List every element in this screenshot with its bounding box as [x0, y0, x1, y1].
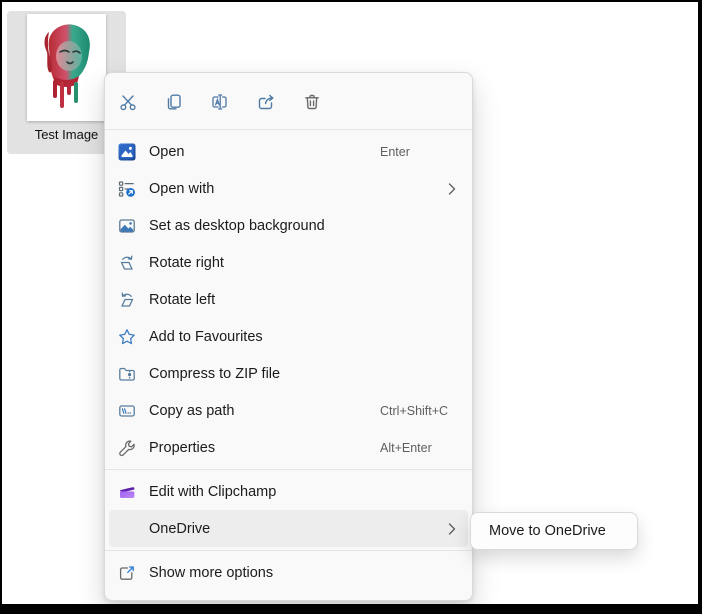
copy-icon[interactable]: [159, 87, 189, 117]
menu-item-label: Set as desktop background: [149, 217, 325, 234]
menu-section-main: Open Enter Open with Set as desktop back…: [105, 133, 472, 466]
menu-section-apps: Edit with Clipchamp OneDrive: [105, 473, 472, 547]
menu-divider: [105, 550, 472, 551]
menu-item-set-desktop-background[interactable]: Set as desktop background: [109, 207, 468, 244]
menu-item-label: Edit with Clipchamp: [149, 483, 277, 500]
menu-item-rotate-right[interactable]: Rotate right: [109, 244, 468, 281]
menu-item-label: Show more options: [149, 564, 274, 581]
submenu-item-move-to-onedrive[interactable]: Move to OneDrive: [483, 516, 625, 546]
menu-item-edit-with-clipchamp[interactable]: Edit with Clipchamp: [109, 473, 468, 510]
rotate-left-icon: [117, 290, 137, 310]
command-bar: [105, 77, 472, 126]
rotate-right-icon: [117, 253, 137, 273]
onedrive-icon-placeholder: [117, 519, 137, 539]
menu-item-label: Add to Favourites: [149, 328, 263, 345]
menu-item-label: Compress to ZIP file: [149, 365, 281, 382]
zip-folder-icon: [117, 364, 137, 384]
portrait-art-image: [27, 14, 106, 121]
menu-section-more: Show more options: [105, 554, 472, 591]
share-icon[interactable]: [251, 87, 281, 117]
chevron-right-icon: [448, 522, 456, 535]
star-icon: [117, 327, 137, 347]
file-thumbnail: [27, 14, 106, 121]
menu-item-rotate-left[interactable]: Rotate left: [109, 281, 468, 318]
menu-item-open[interactable]: Open Enter: [109, 133, 468, 170]
menu-item-copy-as-path[interactable]: Copy as path Ctrl+Shift+C: [109, 392, 468, 429]
clipchamp-icon: [117, 482, 137, 502]
menu-item-shortcut: Ctrl+Shift+C: [380, 403, 449, 418]
menu-item-open-with[interactable]: Open with: [109, 170, 468, 207]
open-with-icon: [117, 179, 137, 199]
menu-item-add-to-favourites[interactable]: Add to Favourites: [109, 318, 468, 355]
menu-item-label: Open with: [149, 180, 215, 197]
menu-item-label: Copy as path: [149, 402, 235, 419]
menu-item-compress-to-zip[interactable]: Compress to ZIP file: [109, 355, 468, 392]
desktop-canvas: Test Image Open Enter Open with Set as d…: [2, 2, 698, 604]
menu-item-properties[interactable]: Properties Alt+Enter: [109, 429, 468, 466]
menu-divider: [105, 469, 472, 470]
chevron-right-icon: [448, 182, 456, 195]
menu-item-label: Properties: [149, 439, 216, 456]
menu-item-shortcut: Enter: [380, 144, 410, 159]
menu-item-label: OneDrive: [149, 520, 211, 537]
menu-item-onedrive[interactable]: OneDrive: [109, 510, 468, 547]
copy-path-icon: [117, 401, 137, 421]
photos-app-icon: [117, 142, 137, 162]
menu-divider: [105, 129, 472, 130]
rename-icon[interactable]: [205, 87, 235, 117]
menu-item-label: Rotate right: [149, 254, 224, 271]
show-more-icon: [117, 563, 137, 583]
context-menu: Open Enter Open with Set as desktop back…: [104, 72, 473, 601]
delete-icon[interactable]: [297, 87, 327, 117]
menu-item-label: Open: [149, 143, 185, 160]
menu-item-label: Rotate left: [149, 291, 216, 308]
desktop-background-icon: [117, 216, 137, 236]
cut-icon[interactable]: [113, 87, 143, 117]
onedrive-submenu: Move to OneDrive: [470, 512, 638, 550]
wrench-icon: [117, 438, 137, 458]
menu-item-show-more-options[interactable]: Show more options: [109, 554, 468, 591]
menu-item-shortcut: Alt+Enter: [380, 440, 432, 455]
